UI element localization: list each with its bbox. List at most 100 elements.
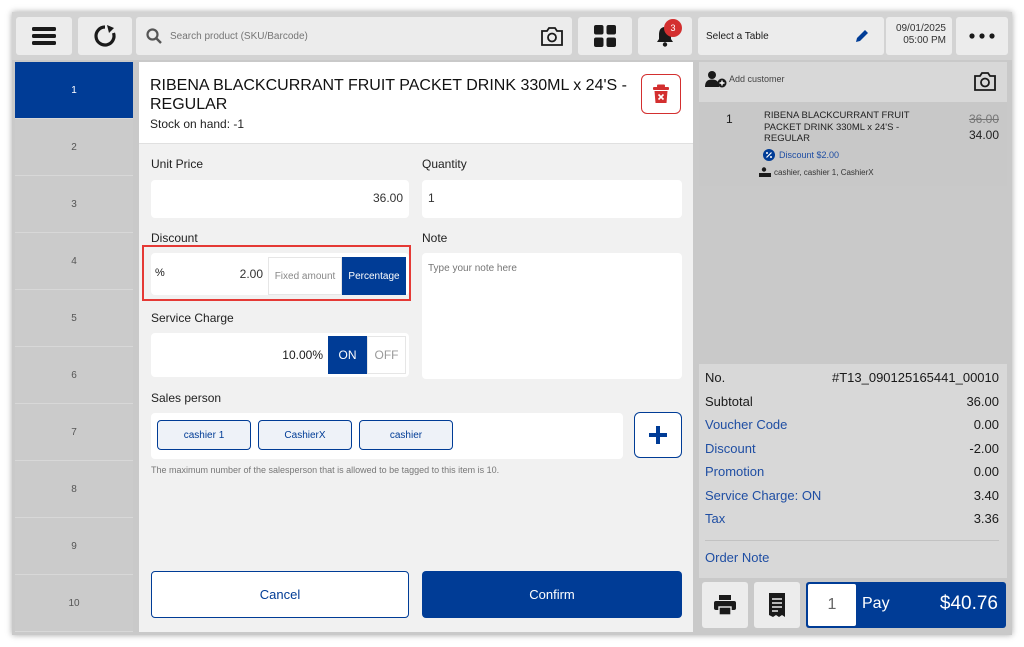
order-number-label: No. xyxy=(705,370,726,385)
edit-table-button[interactable] xyxy=(854,28,870,47)
sales-person-name: cashier 1 xyxy=(183,429,225,441)
more-dots-icon xyxy=(969,33,995,39)
summary-row: Voucher Code 0.00 xyxy=(705,417,999,432)
service-charge-off[interactable]: OFF xyxy=(367,336,406,374)
search-input[interactable] xyxy=(170,30,510,42)
apps-button[interactable] xyxy=(578,17,632,55)
line-discount: Discount $2.00 xyxy=(763,149,839,161)
plus-icon xyxy=(649,426,667,444)
line-name: RIBENA BLACKCURRANT FRUIT PACKET DRINK 3… xyxy=(764,110,910,144)
cancel-button[interactable]: Cancel xyxy=(151,571,409,618)
top-bar: 3 Select a Table 09/01/2025 05:00 PM xyxy=(12,12,1012,60)
refresh-button[interactable] xyxy=(78,17,132,55)
stock-on-hand: Stock on hand: -1 xyxy=(150,117,245,131)
note-input[interactable] xyxy=(428,263,674,371)
table-item-3[interactable]: 3 xyxy=(15,176,133,233)
line-price: 34.00 xyxy=(968,128,999,142)
notification-badge: 3 xyxy=(664,19,682,37)
table-number: 3 xyxy=(71,198,77,210)
table-item-6[interactable]: 6 xyxy=(15,347,133,404)
summary-label[interactable]: Service Charge: ON xyxy=(705,488,821,503)
order-note-link[interactable]: Order Note xyxy=(705,550,769,565)
unit-price-input[interactable] xyxy=(161,191,403,205)
discount-field: % Fixed amount Percentage xyxy=(151,253,409,295)
pencil-icon xyxy=(856,30,868,42)
table-item-8[interactable]: 8 xyxy=(15,461,133,518)
percentage-label: Percentage xyxy=(348,270,400,282)
sales-person-name: cashier xyxy=(389,429,423,441)
order-number-value: #T13_090125165441_00010 xyxy=(831,370,999,385)
date-text: 09/01/2025 xyxy=(895,23,946,34)
summary-value: -2.00 xyxy=(969,441,999,456)
summary-value: 36.00 xyxy=(966,394,999,409)
customer-scan-button[interactable] xyxy=(973,70,997,97)
quantity-field xyxy=(422,180,682,218)
table-selector-label: Select a Table xyxy=(706,30,769,42)
line-staff-text: cashier, cashier 1, CashierX xyxy=(774,167,874,177)
table-number: 9 xyxy=(71,540,77,552)
summary-label[interactable]: Tax xyxy=(705,511,725,526)
pay-button[interactable]: 1 Pay $40.76 xyxy=(806,582,1006,628)
discount-input[interactable] xyxy=(171,267,263,281)
service-charge-on[interactable]: ON xyxy=(328,336,367,374)
table-item-9[interactable]: 9 xyxy=(15,518,133,575)
unit-price-label: Unit Price xyxy=(151,157,204,171)
line-staff: cashier, cashier 1, CashierX xyxy=(759,167,874,177)
sales-person-name: CashierX xyxy=(284,429,326,441)
time-text: 05:00 PM xyxy=(903,35,946,46)
sales-person-chip[interactable]: cashier 1 xyxy=(157,420,251,450)
sales-person-chip[interactable]: CashierX xyxy=(258,420,352,450)
order-summary: No. #T13_090125165441_00010 Subtotal 36.… xyxy=(699,364,1007,578)
receipt-button[interactable] xyxy=(754,582,800,628)
table-item-2[interactable]: 2 xyxy=(15,119,133,176)
line-qty: 1 xyxy=(726,112,733,126)
note-label: Note xyxy=(422,231,448,245)
pay-item-count: 1 xyxy=(808,584,856,626)
table-item-4[interactable]: 4 xyxy=(15,233,133,290)
off-label: OFF xyxy=(374,348,399,362)
pay-total: $40.76 xyxy=(939,593,998,614)
print-button[interactable] xyxy=(702,582,748,628)
percentage-option[interactable]: Percentage xyxy=(342,257,406,295)
add-customer-button[interactable]: Add customer xyxy=(705,70,785,88)
add-sales-person-button[interactable] xyxy=(634,412,682,458)
line-discount-text: Discount $2.00 xyxy=(779,150,840,160)
sales-person-chip[interactable]: cashier xyxy=(359,420,453,450)
table-item-10[interactable]: 10 xyxy=(15,575,133,632)
discount-badge-icon xyxy=(763,149,775,161)
fixed-amount-option[interactable]: Fixed amount xyxy=(268,257,342,295)
cancel-label: Cancel xyxy=(259,587,301,602)
printer-icon xyxy=(714,595,736,615)
order-empty-area xyxy=(699,186,1007,364)
camera-icon xyxy=(541,27,563,46)
notifications-button[interactable]: 3 xyxy=(638,17,692,55)
table-number: 4 xyxy=(71,255,77,267)
cashier-icon xyxy=(759,167,771,177)
quantity-label: Quantity xyxy=(422,157,467,171)
delete-item-button[interactable] xyxy=(641,74,681,114)
item-title: RIBENA BLACKCURRANT FRUIT PACKET DRINK 3… xyxy=(150,77,627,113)
summary-row: Tax 3.36 xyxy=(705,511,999,526)
note-field xyxy=(422,253,682,379)
table-list: 1 2 3 4 5 6 7 8 9 10 xyxy=(15,62,133,632)
summary-label[interactable]: Voucher Code xyxy=(705,417,787,432)
quantity-input[interactable] xyxy=(428,191,668,205)
service-charge-field: 10.00% ON OFF xyxy=(151,333,409,377)
pos-window: 3 Select a Table 09/01/2025 05:00 PM 1 2… xyxy=(12,12,1012,635)
table-item-1[interactable]: 1 xyxy=(15,62,133,119)
summary-label[interactable]: Promotion xyxy=(705,464,764,479)
table-number: 6 xyxy=(71,369,77,381)
menu-button[interactable] xyxy=(16,17,72,55)
confirm-button[interactable]: Confirm xyxy=(422,571,682,618)
order-line-item[interactable]: 1 RIBENA BLACKCURRANT FRUIT PACKET DRINK… xyxy=(699,102,1007,186)
camera-icon xyxy=(974,72,996,91)
summary-value: 0.00 xyxy=(973,464,999,479)
summary-label[interactable]: Discount xyxy=(705,441,756,456)
scan-button[interactable] xyxy=(540,25,564,52)
discount-unit: % xyxy=(155,267,165,279)
table-item-7[interactable]: 7 xyxy=(15,404,133,461)
table-item-5[interactable]: 5 xyxy=(15,290,133,347)
search-icon xyxy=(146,28,162,44)
table-selector[interactable]: Select a Table xyxy=(698,17,884,55)
more-options-button[interactable] xyxy=(956,17,1008,55)
